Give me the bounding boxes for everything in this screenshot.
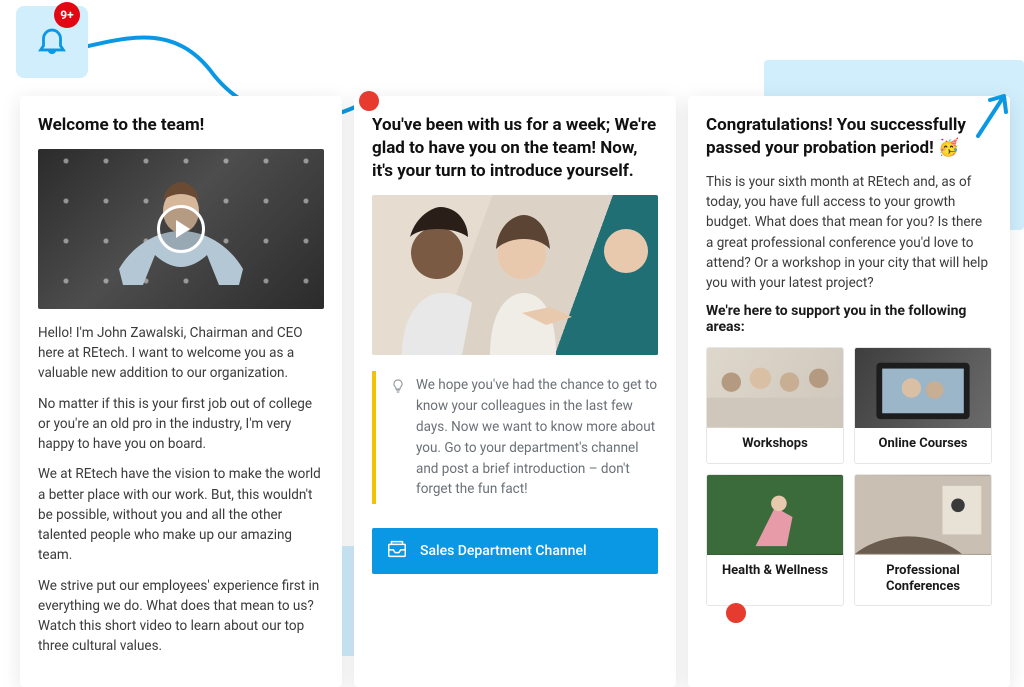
channel-button[interactable]: Sales Department Channel [372,528,658,574]
callout-text: We hope you've had the chance to get to … [416,375,658,501]
card-probation-passed: Congratulations! You successfully passed… [688,96,1010,687]
tile-image [707,475,843,555]
card-title: You've been with us for a week; We're gl… [372,114,658,183]
card-title: Welcome to the team! [38,114,324,137]
tile-image [855,475,991,555]
tile-image [707,348,843,428]
tile-label: Professional Conferences [855,555,991,606]
play-icon [157,205,205,253]
paragraph: We strive put our employees' experience … [38,576,324,657]
tile-professional-conferences[interactable]: Professional Conferences [854,474,992,607]
onboarding-cards-row: Welcome to the team! Hello! I'm John Zaw… [20,96,1010,687]
card-introduce-yourself: You've been with us for a week; We're gl… [354,96,676,687]
tile-label: Online Courses [855,428,991,462]
notification-tile[interactable]: 9+ [16,6,88,78]
notification-badge: 9+ [54,2,80,28]
lightbulb-icon [390,375,406,501]
tile-label: Workshops [707,428,843,462]
support-tiles: Workshops Online Courses Health & Wellne… [706,347,992,606]
tile-label: Health & Wellness [707,555,843,589]
paragraph: We at REtech have the vision to make the… [38,464,324,565]
welcome-video-thumb[interactable] [38,149,324,309]
tile-online-courses[interactable]: Online Courses [854,347,992,463]
decor-dot-1 [359,91,379,111]
tile-health-wellness[interactable]: Health & Wellness [706,474,844,607]
tile-image [855,348,991,428]
paragraph: No matter if this is your first job out … [38,394,324,455]
tile-workshops[interactable]: Workshops [706,347,844,463]
bell-icon [35,23,69,61]
decor-dot-2 [726,603,746,623]
paragraph: This is your sixth month at REtech and, … [706,172,992,294]
arrow-icon [972,86,1016,142]
tip-callout: We hope you've had the chance to get to … [372,371,658,505]
paragraph: Hello! I'm John Zawalski, Chairman and C… [38,323,324,384]
card-title: Congratulations! You successfully passed… [706,114,992,160]
inbox-icon [386,538,408,564]
card-welcome: Welcome to the team! Hello! I'm John Zaw… [20,96,342,687]
team-photo [372,195,658,355]
channel-button-label: Sales Department Channel [420,543,587,559]
support-areas-heading: We're here to support you in the followi… [706,303,992,335]
